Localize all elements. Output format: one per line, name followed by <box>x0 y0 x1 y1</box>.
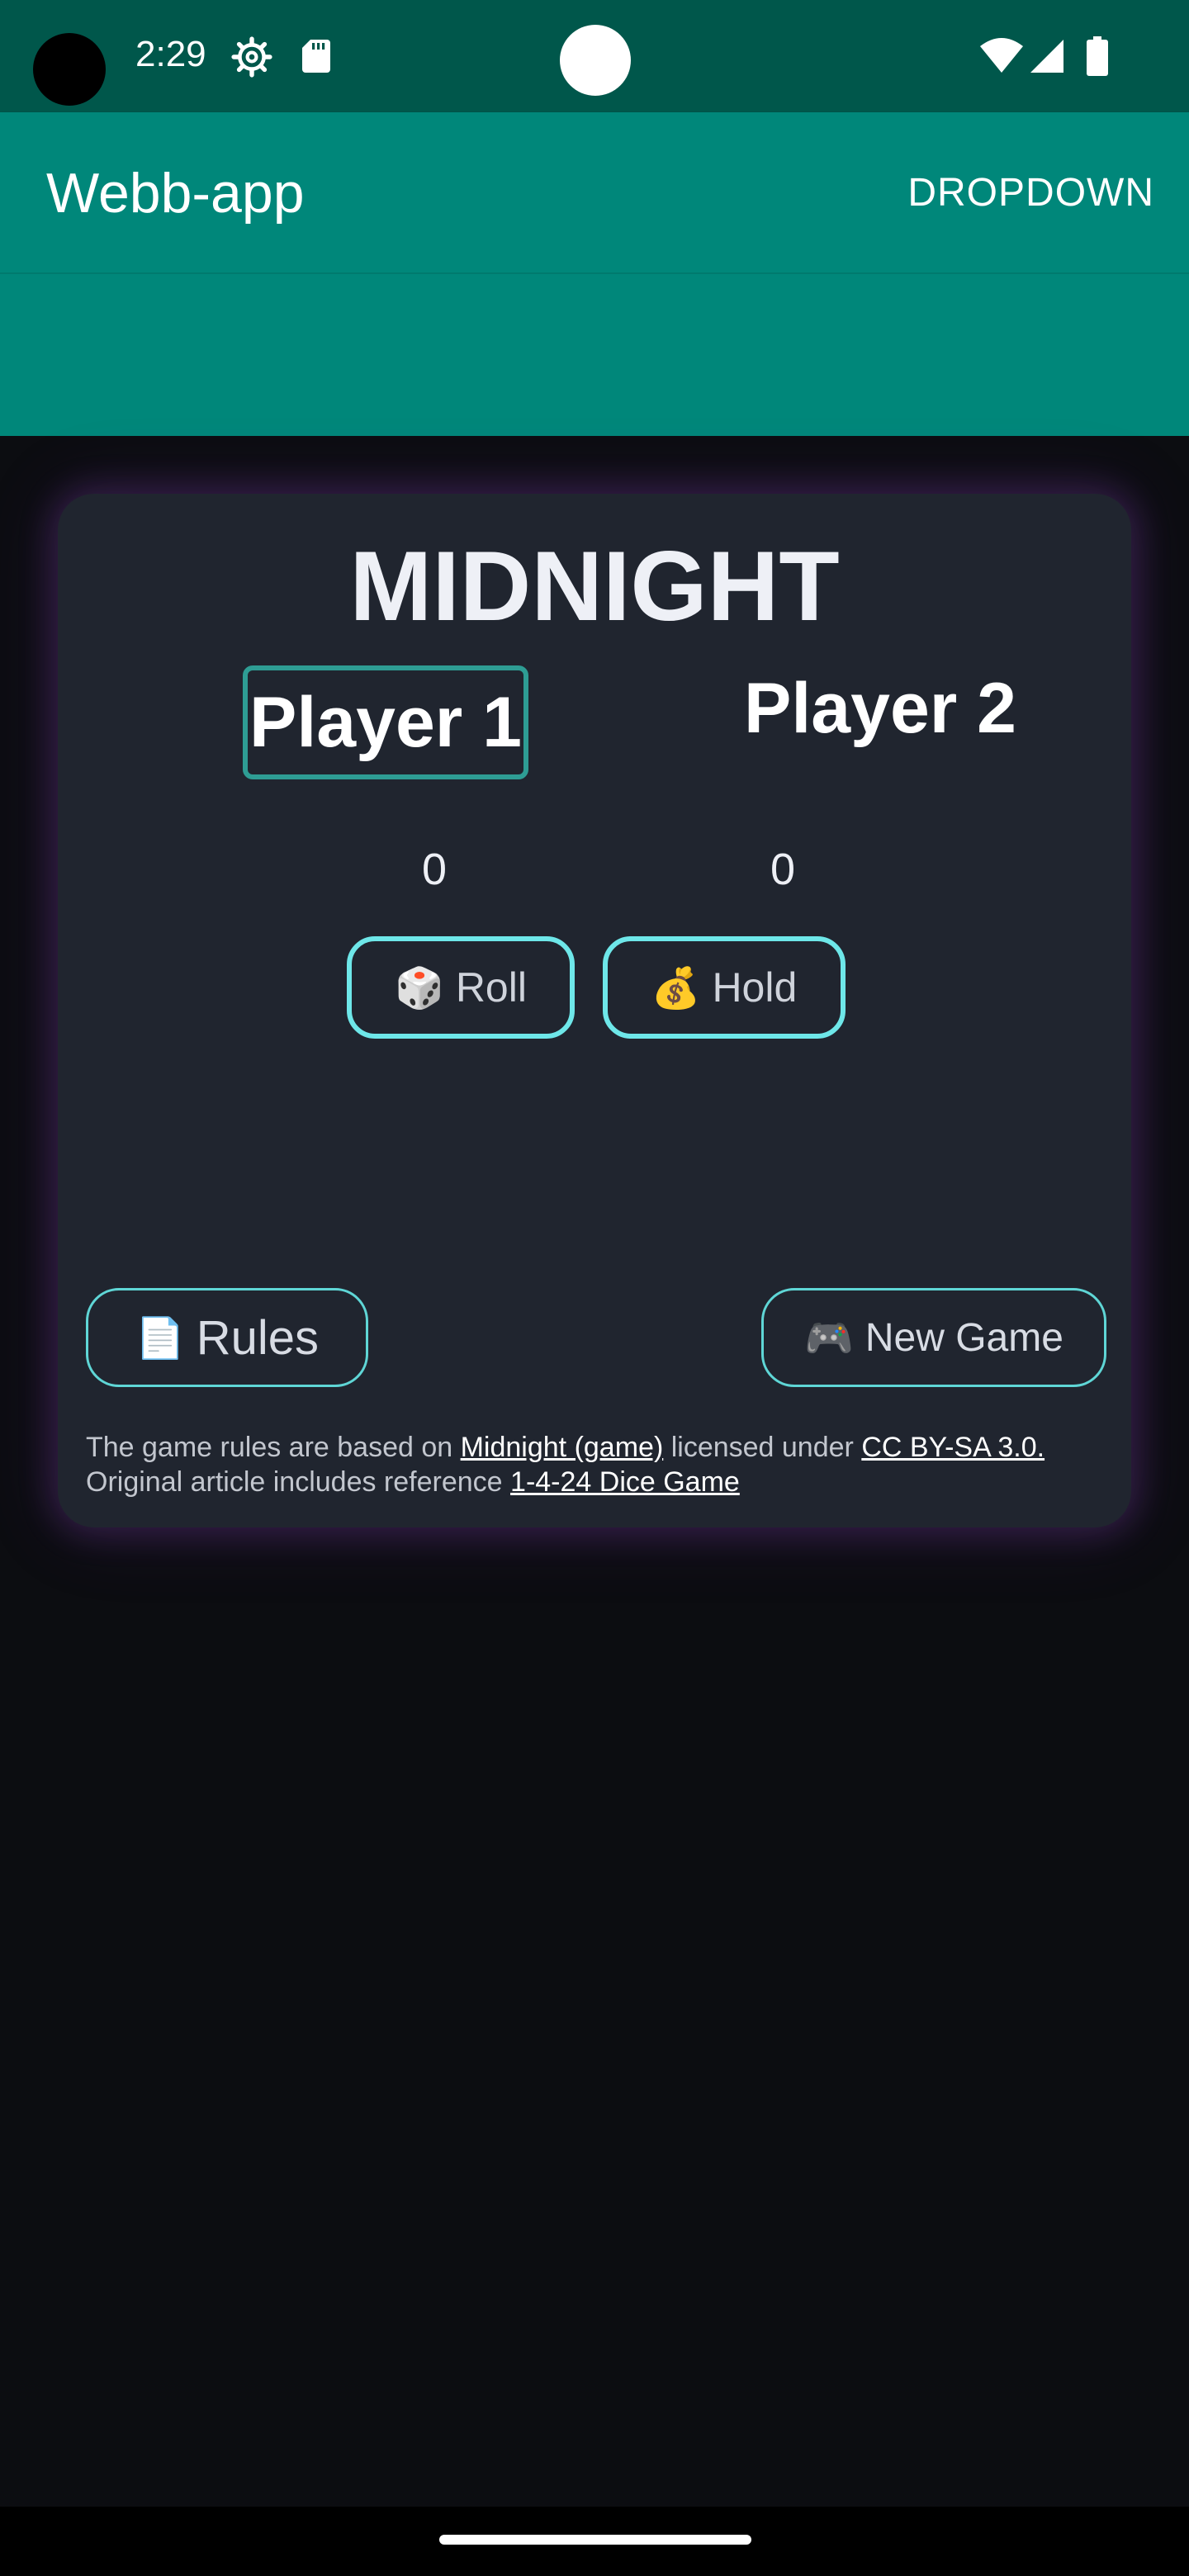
roll-button[interactable]: 🎲 Roll <box>347 936 575 1039</box>
player-2-label: Player 2 <box>744 669 1016 748</box>
dropdown-menu-button[interactable]: DROPDOWN <box>907 167 1154 220</box>
attribution-text-1: The game rules are based on <box>86 1432 461 1463</box>
cell-signal-icon <box>1030 40 1063 73</box>
hold-button[interactable]: 💰 Hold <box>603 936 846 1039</box>
settings-gear-icon <box>231 36 272 78</box>
camera-cutout <box>33 33 106 106</box>
player-1-score: 0 <box>421 845 448 894</box>
attribution-text-2: licensed under <box>663 1432 862 1463</box>
rules-label: Rules <box>196 1310 320 1365</box>
new-game-button[interactable]: 🎮 New Game <box>761 1288 1106 1387</box>
new-game-label: New Game <box>865 1315 1063 1360</box>
app-bar: Webb-app DROPDOWN <box>0 112 1189 274</box>
status-time: 2:29 <box>135 34 206 74</box>
app-bar-extension <box>0 274 1189 436</box>
attribution-text: The game rules are based on Midnight (ga… <box>86 1430 1110 1499</box>
game-title: MIDNIGHT <box>349 531 840 642</box>
app-title: Webb-app <box>46 162 305 225</box>
hold-label: Hold <box>712 964 798 1011</box>
home-indicator[interactable] <box>439 2535 751 2545</box>
navigation-bar <box>0 2507 1189 2576</box>
roll-label: Roll <box>455 964 527 1011</box>
game-card: MIDNIGHT Player 1 Player 2 0 0 🎲 Roll 💰 … <box>58 494 1131 1527</box>
document-icon: 📄 <box>135 1316 185 1361</box>
rules-button[interactable]: 📄 Rules <box>86 1288 368 1387</box>
midnight-game-link[interactable]: Midnight (game) <box>461 1432 664 1463</box>
battery-icon <box>1087 36 1108 76</box>
player-2-score: 0 <box>770 845 796 894</box>
sd-card-icon <box>302 40 330 73</box>
cc-by-sa-link[interactable]: CC BY-SA 3.0. <box>861 1432 1045 1463</box>
dice-icon: 🎲 <box>395 966 444 1011</box>
dice-game-reference-link[interactable]: 1-4-24 Dice Game <box>510 1466 740 1498</box>
player-1-label-active: Player 1 <box>243 665 528 779</box>
front-sensor <box>560 25 631 96</box>
wifi-icon <box>980 38 1023 73</box>
attribution-text-3: Original article includes reference <box>86 1466 511 1498</box>
status-bar: 2:29 <box>0 0 1189 112</box>
game-controller-icon: 🎮 <box>804 1316 854 1361</box>
money-bag-icon: 💰 <box>651 966 701 1011</box>
